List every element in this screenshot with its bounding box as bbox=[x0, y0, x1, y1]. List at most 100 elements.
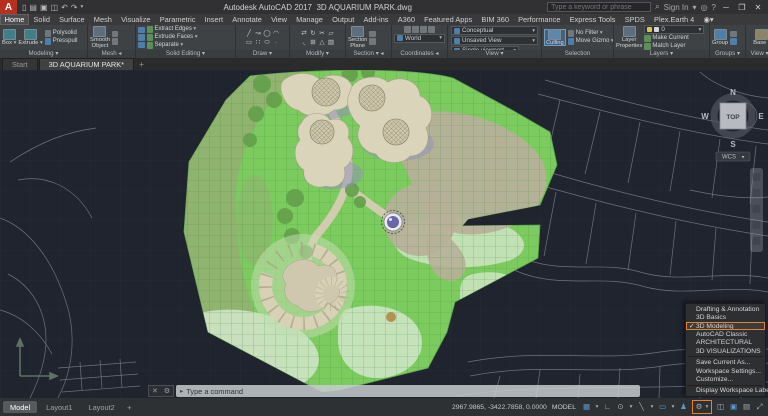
tab-bim360[interactable]: BIM 360 bbox=[477, 14, 514, 25]
tab-mesh[interactable]: Mesh bbox=[89, 14, 116, 25]
trim-icon[interactable]: ✂ bbox=[318, 29, 327, 38]
command-line[interactable]: ✕ ⚙ ▸ Type a command bbox=[148, 385, 640, 397]
polyline-icon[interactable]: ↝ bbox=[254, 29, 263, 38]
undo-icon[interactable]: ↶ bbox=[61, 3, 68, 12]
qat-dropdown-icon[interactable]: ▾ bbox=[81, 4, 84, 10]
ucs-combo[interactable]: World▾ bbox=[394, 34, 445, 43]
command-customize-icon[interactable]: ⚙ bbox=[164, 387, 170, 395]
menu-item-architectural[interactable]: ARCHITECTURAL bbox=[686, 339, 765, 347]
object-snap-icon[interactable]: ⊙ bbox=[615, 400, 626, 414]
extrude-button[interactable]: Extrude ▾ bbox=[18, 29, 42, 47]
layer-properties-button[interactable]: LayerProperties bbox=[616, 26, 642, 50]
help-icon[interactable]: ? bbox=[712, 3, 716, 12]
file-tab-drawing[interactable]: 3D AQUARIUM PARK* bbox=[39, 58, 134, 70]
tab-a360[interactable]: A360 bbox=[393, 14, 419, 25]
mesh-refine-icon[interactable] bbox=[112, 31, 119, 38]
autocad-logo-icon[interactable]: A bbox=[0, 0, 17, 14]
rectangle-icon[interactable]: ▭ bbox=[245, 38, 254, 47]
tab-annotate[interactable]: Annotate bbox=[228, 14, 267, 25]
make-current-button[interactable]: Make Current bbox=[644, 35, 707, 42]
viewcube-north[interactable]: N bbox=[730, 88, 736, 97]
menu-item-autocad-classic[interactable]: AutoCAD Classic bbox=[686, 330, 765, 338]
presspull-button[interactable]: Presspull bbox=[45, 38, 78, 45]
tab-manage[interactable]: Manage bbox=[292, 14, 328, 25]
intersect-icon[interactable] bbox=[138, 42, 145, 49]
file-tab-start[interactable]: Start bbox=[2, 58, 38, 70]
rotate-icon[interactable]: ↻ bbox=[309, 29, 318, 38]
visual-style-combo[interactable]: Conceptual▾ bbox=[451, 26, 538, 35]
annotation-monitor-icon[interactable]: ◫ bbox=[715, 400, 726, 414]
maximize-button[interactable]: ❐ bbox=[736, 3, 748, 12]
osnap-caret-icon[interactable]: ▾ bbox=[628, 400, 634, 414]
tab-solid[interactable]: Solid bbox=[29, 14, 55, 25]
panel-title-modeling[interactable]: Modeling ▾ bbox=[0, 50, 87, 58]
open-file-icon[interactable]: ▤ bbox=[29, 3, 37, 12]
box-button[interactable]: Box ▾ bbox=[2, 29, 16, 47]
tab-express-tools[interactable]: Express Tools bbox=[565, 14, 620, 25]
tab-performance[interactable]: Performance bbox=[514, 14, 566, 25]
menu-item-save-current-as[interactable]: Save Current As... bbox=[686, 358, 765, 366]
exchange-apps-icon[interactable]: ▾ bbox=[693, 3, 697, 12]
search-input[interactable] bbox=[547, 2, 651, 12]
clean-screen-icon[interactable]: ⤢ bbox=[754, 400, 765, 414]
mirror-icon[interactable]: ▱ bbox=[327, 29, 336, 38]
panel-title-view[interactable]: View ▾ bbox=[448, 50, 541, 58]
search-icon[interactable]: ⌕ bbox=[655, 2, 659, 12]
ungroup-icon[interactable] bbox=[730, 31, 737, 38]
ucs-icon-btn[interactable] bbox=[404, 26, 411, 33]
named-view-combo[interactable]: Unsaved View▾ bbox=[451, 36, 538, 45]
menu-item-3d-basics[interactable]: 3D Basics bbox=[686, 313, 765, 321]
viewcube-east[interactable]: E bbox=[758, 112, 764, 121]
circle-icon[interactable]: ◯ bbox=[263, 29, 272, 38]
grid-display-icon[interactable]: ▦ bbox=[581, 400, 592, 414]
drawing-canvas-svg[interactable]: N S W E TOP WCS ▾ bbox=[0, 70, 768, 398]
section-plane-button[interactable]: SectionPlane bbox=[348, 26, 367, 50]
dynamic-input-icon[interactable]: ▭ bbox=[657, 400, 668, 414]
live-section-icon[interactable] bbox=[369, 31, 376, 38]
menu-item-drafting-annotation[interactable]: Drafting & Annotation bbox=[686, 305, 765, 313]
minimize-button[interactable]: ─ bbox=[720, 3, 732, 12]
scale-icon[interactable]: △ bbox=[318, 38, 327, 47]
extrude-faces-button[interactable]: Extrude Faces ▾ bbox=[147, 34, 198, 41]
ucs-previous-icon[interactable] bbox=[412, 26, 419, 33]
panel-title-mesh[interactable]: Mesh ◂ bbox=[88, 50, 135, 58]
plot-icon[interactable]: ◫ bbox=[51, 3, 59, 12]
point-icon[interactable]: · bbox=[272, 38, 281, 47]
tab-view[interactable]: View bbox=[266, 14, 291, 25]
panel-title-groups[interactable]: Groups ▾ bbox=[710, 50, 745, 58]
grid-caret-icon[interactable]: ▾ bbox=[594, 400, 600, 414]
ellipse-icon[interactable]: ⬭ bbox=[263, 38, 272, 47]
new-layout-button[interactable]: + bbox=[124, 403, 135, 412]
panel-title-view2[interactable]: View ▾ ◂ bbox=[746, 50, 768, 58]
line-icon[interactable]: ╱ bbox=[245, 29, 254, 38]
a360-icon[interactable]: ◎ bbox=[701, 3, 708, 12]
fillet-icon[interactable]: ◟ bbox=[300, 38, 309, 47]
match-layer-button[interactable]: Match Layer bbox=[644, 43, 707, 50]
tab-featured-apps[interactable]: Featured Apps bbox=[420, 14, 477, 25]
ribbon-options-icon[interactable]: ◉▾ bbox=[699, 14, 718, 25]
panel-title-layers[interactable]: Layers ▾ bbox=[614, 50, 709, 58]
layer-combo[interactable]: 0▾ bbox=[644, 25, 704, 34]
drawing-viewport[interactable]: N S W E TOP WCS ▾ bbox=[0, 70, 768, 398]
panel-title-solid-editing[interactable]: Solid Editing ▾ bbox=[136, 50, 235, 58]
full-navigation-wheel-icon[interactable] bbox=[753, 173, 761, 181]
tab-visualize[interactable]: Visualize bbox=[116, 14, 155, 25]
polysolid-button[interactable]: Polysolid bbox=[45, 30, 78, 37]
menu-item-customize[interactable]: Customize... bbox=[686, 375, 765, 383]
generate-section-icon[interactable] bbox=[369, 38, 376, 45]
model-space-indicator[interactable]: MODEL bbox=[549, 404, 579, 411]
culling-button[interactable]: Culling bbox=[544, 29, 566, 47]
quick-properties-icon[interactable]: ▤ bbox=[741, 400, 752, 414]
pan-icon[interactable] bbox=[753, 189, 761, 197]
erase-icon[interactable]: ▨ bbox=[327, 38, 336, 47]
base-button[interactable]: Base ▾ bbox=[753, 29, 768, 47]
new-file-icon[interactable]: ▯ bbox=[22, 3, 26, 12]
ucs-origin-icon[interactable] bbox=[420, 26, 427, 33]
tab-plexearth[interactable]: Plex.Earth 4 bbox=[649, 14, 698, 25]
menu-item-workspace-settings[interactable]: Workspace Settings... bbox=[686, 367, 765, 375]
menu-item-3d-visualizations[interactable]: 3D VISUALIZATIONS bbox=[686, 347, 765, 355]
dyn-caret-icon[interactable]: ▾ bbox=[670, 400, 676, 414]
tab-addins[interactable]: Add-ins bbox=[359, 14, 393, 25]
smooth-object-button[interactable]: SmoothSmooth ObjectObject bbox=[90, 26, 110, 50]
new-drawing-tab-button[interactable]: + bbox=[135, 59, 148, 70]
